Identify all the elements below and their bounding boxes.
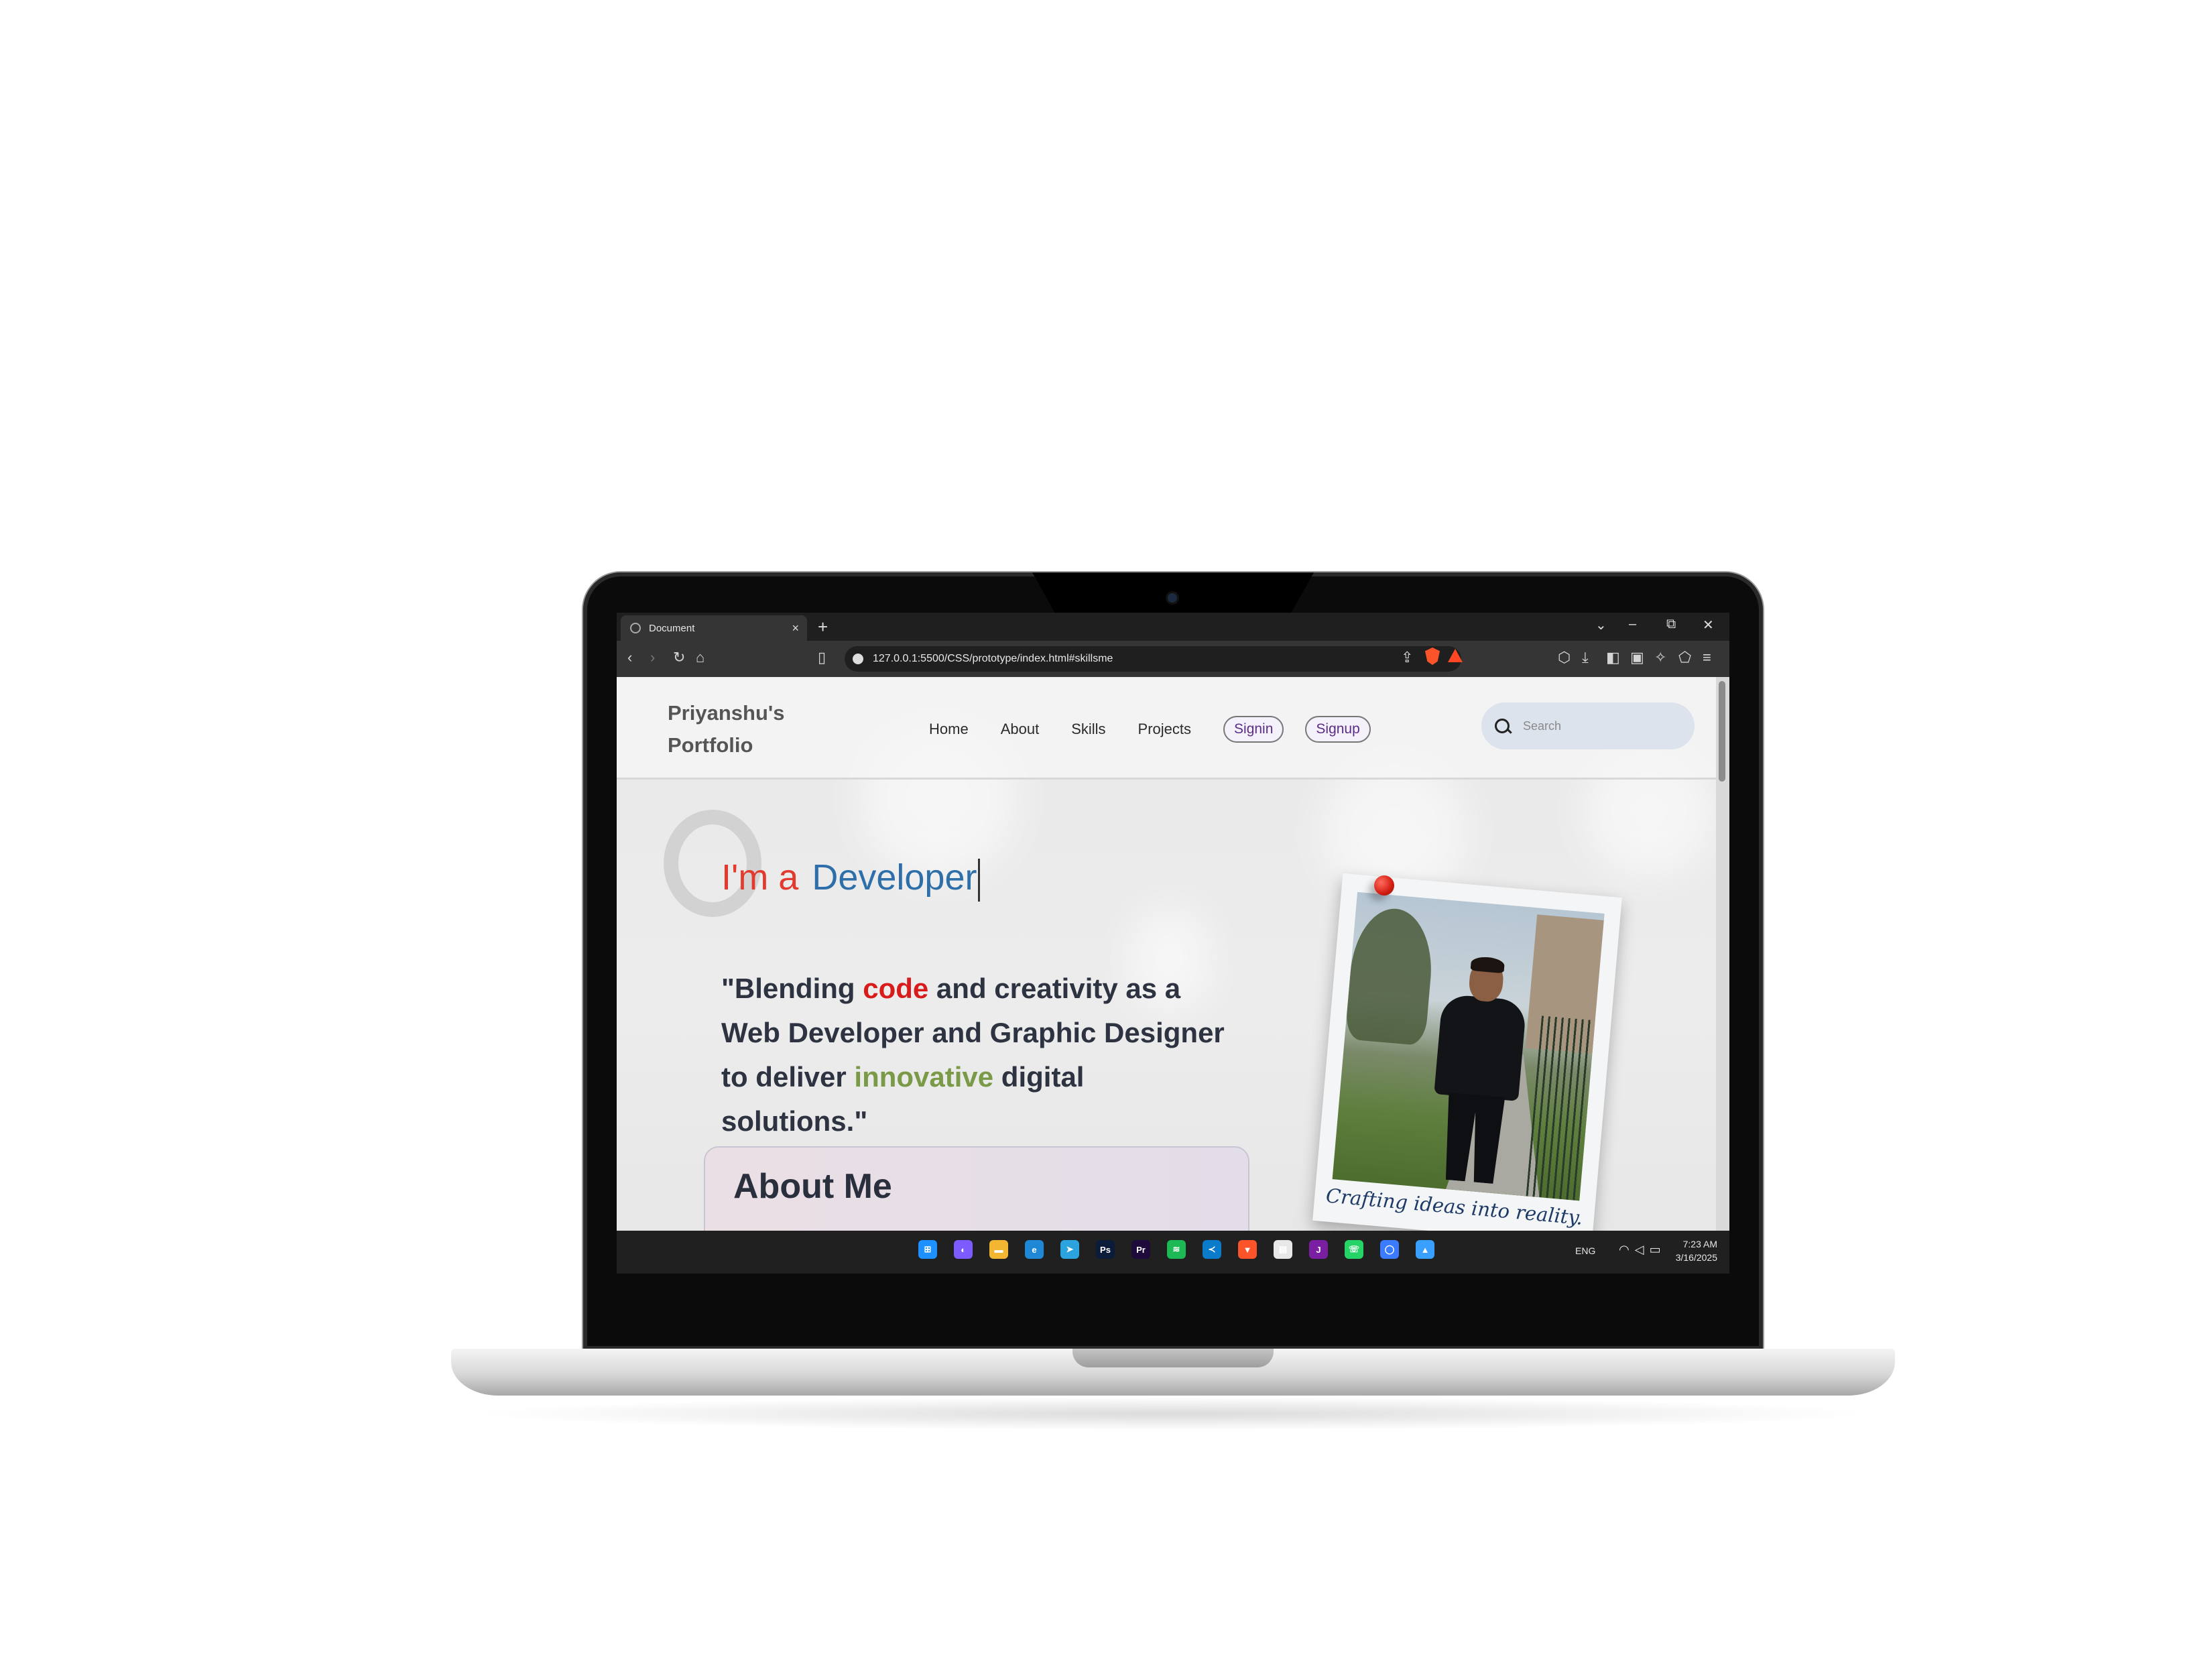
back-icon[interactable]: ‹ — [627, 649, 632, 666]
site-brand[interactable]: Priyanshu's Portfolio — [668, 697, 815, 761]
tab-title: Document — [649, 622, 695, 634]
photo-person-hair — [1470, 955, 1506, 974]
vpn-icon[interactable]: ⬠ — [1678, 649, 1691, 666]
search-input[interactable] — [1522, 718, 1672, 734]
close-window-button[interactable]: ✕ — [1703, 617, 1714, 633]
photo-person-body — [1434, 993, 1527, 1101]
reload-icon[interactable]: ↻ — [673, 649, 685, 666]
windows-start-icon[interactable]: ⊞ — [918, 1240, 937, 1259]
hero-quote: "Blending code and creativity as a Web D… — [721, 967, 1231, 1144]
brand-line-1: Priyanshu's — [668, 701, 785, 725]
tab-close-icon[interactable]: × — [792, 621, 799, 635]
quote-highlight-code: code — [863, 973, 929, 1004]
hero-title: I'm a Developer — [721, 857, 981, 902]
system-tray-icons[interactable]: ◠◁▭ — [1619, 1243, 1666, 1257]
app-icon[interactable]: ▲ — [1416, 1240, 1434, 1259]
clock-date: 3/16/2025 — [1675, 1252, 1717, 1263]
browser-tab[interactable]: Document × — [621, 615, 807, 641]
profile-photo — [1332, 892, 1605, 1201]
signup-button[interactable]: Signup — [1305, 716, 1371, 743]
jetbrains-icon[interactable]: J — [1309, 1240, 1328, 1259]
search-box — [1481, 702, 1695, 749]
photo-tree — [1344, 905, 1436, 1046]
language-indicator[interactable]: ENG — [1575, 1245, 1595, 1256]
menu-icon[interactable]: ≡ — [1703, 649, 1711, 666]
nav-about[interactable]: About — [1001, 721, 1040, 738]
system-clock[interactable]: 7:23 AM 3/16/2025 — [1670, 1237, 1717, 1264]
hero-typed-word: Developer — [812, 857, 977, 898]
tab-list-button[interactable]: ⌄ — [1595, 617, 1607, 633]
forward-icon[interactable]: › — [650, 649, 655, 666]
laptop-screen: Document × + ⌄ – ⧉ ✕ ‹ › ↻ ⌂ ▯ 127.0.0.1… — [617, 613, 1729, 1274]
brand-line-2: Portfolio — [668, 733, 753, 757]
home-icon[interactable]: ⌂ — [696, 649, 704, 666]
typing-caret — [978, 858, 981, 902]
hero-prefix: I'm a — [721, 857, 799, 898]
search-icon — [1495, 719, 1510, 733]
nav-home[interactable]: Home — [929, 721, 969, 738]
store-icon[interactable]: ▤ — [1274, 1240, 1292, 1259]
extensions-icon[interactable]: ⬡ — [1558, 649, 1571, 666]
windows-taskbar: ⊞ ◐ ▬ e ➤ Ps Pr ≋ ≺ ▼ ▤ J ☏ ◯ ▲ ENG ◠◁▭ 7:23 AM 3/16/2… — [617, 1231, 1729, 1274]
browser-toolbar: ‹ › ↻ ⌂ ▯ 127.0.0.1:5500/CSS/prototype/i… — [617, 641, 1729, 677]
globe-icon — [630, 623, 641, 633]
about-title: About Me — [733, 1167, 892, 1206]
file-explorer-icon[interactable]: ▬ — [989, 1240, 1008, 1259]
push-pin-icon — [1374, 875, 1394, 896]
profile-polaroid: Crafting ideas into reality. — [1312, 873, 1622, 1231]
page-viewport: Priyanshu's Portfolio Home About Skills … — [617, 677, 1716, 1231]
site-info-icon[interactable] — [853, 654, 863, 664]
edge-icon[interactable]: e — [1025, 1240, 1044, 1259]
laptop-notch — [1032, 572, 1314, 613]
bookmark-icon[interactable]: ▯ — [818, 649, 826, 666]
wallet-icon[interactable]: ▣ — [1630, 649, 1644, 666]
download-icon[interactable]: ⤓ — [1582, 649, 1589, 666]
photoshop-icon[interactable]: Ps — [1096, 1240, 1115, 1259]
leo-ai-icon[interactable]: ✧ — [1654, 649, 1666, 666]
cortana-icon[interactable]: ◯ — [1380, 1240, 1399, 1259]
quote-text: "Blending — [721, 973, 863, 1004]
battery-icon[interactable]: ▭ — [1650, 1243, 1666, 1256]
new-tab-button[interactable]: + — [818, 617, 828, 637]
scrollbar-thumb[interactable] — [1719, 681, 1725, 782]
url-text: 127.0.0.1:5500/CSS/prototype/index.html#… — [873, 653, 1113, 664]
minimize-button[interactable]: – — [1629, 617, 1636, 632]
about-card: About Me — [704, 1146, 1249, 1231]
main-nav: Home About Skills Projects Signin Signup — [929, 716, 1392, 743]
address-bar[interactable]: 127.0.0.1:5500/CSS/prototype/index.html#… — [845, 646, 1461, 672]
telegram-icon[interactable]: ➤ — [1060, 1240, 1079, 1259]
spotify-icon[interactable]: ≋ — [1167, 1240, 1186, 1259]
signin-button[interactable]: Signin — [1223, 716, 1284, 743]
laptop-base-groove — [1072, 1349, 1274, 1367]
copilot-icon[interactable]: ◐ — [954, 1240, 973, 1259]
restore-button[interactable]: ⧉ — [1666, 617, 1676, 632]
taskbar-apps: ⊞ ◐ ▬ e ➤ Ps Pr ≋ ≺ ▼ ▤ J ☏ ◯ ▲ — [918, 1240, 1451, 1259]
clock-time: 7:23 AM — [1682, 1239, 1717, 1249]
laptop-shadow — [469, 1397, 1877, 1430]
volume-icon[interactable]: ◁ — [1635, 1243, 1650, 1256]
sidebar-icon[interactable]: ◧ — [1606, 649, 1620, 666]
webcam — [1168, 593, 1177, 603]
wifi-icon[interactable]: ◠ — [1619, 1243, 1635, 1256]
brave-icon[interactable]: ▼ — [1238, 1240, 1257, 1259]
browser-tab-strip: Document × + ⌄ – ⧉ ✕ — [617, 613, 1729, 641]
site-header: Priyanshu's Portfolio Home About Skills … — [617, 677, 1716, 780]
premiere-icon[interactable]: Pr — [1131, 1240, 1150, 1259]
brave-rewards-icon[interactable] — [1448, 649, 1463, 662]
share-icon[interactable]: ⇪ — [1401, 649, 1413, 666]
quote-highlight-innovative: innovative — [854, 1061, 994, 1093]
nav-skills[interactable]: Skills — [1071, 721, 1105, 738]
nav-projects[interactable]: Projects — [1138, 721, 1191, 738]
whatsapp-icon[interactable]: ☏ — [1345, 1240, 1363, 1259]
vscode-icon[interactable]: ≺ — [1203, 1240, 1221, 1259]
